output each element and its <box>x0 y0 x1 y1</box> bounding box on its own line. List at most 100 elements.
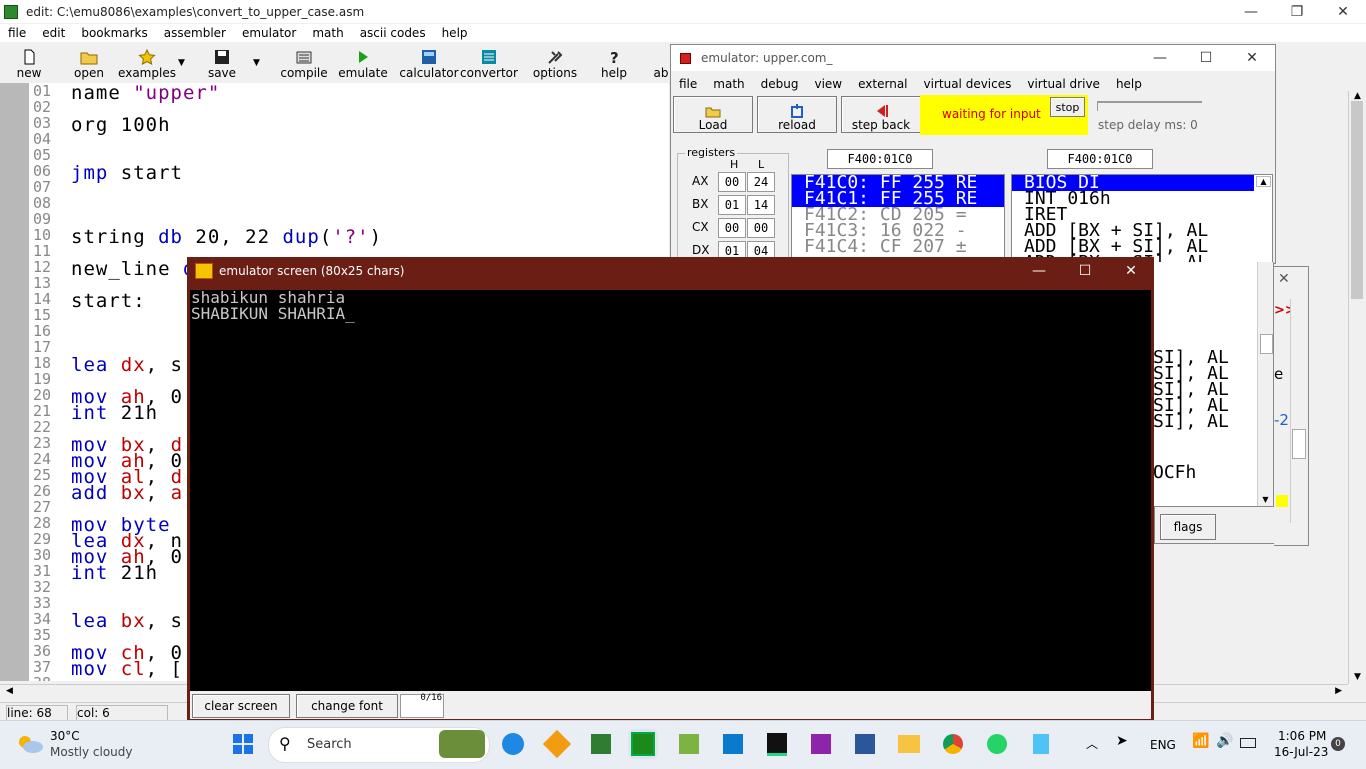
emu-menu-debug[interactable]: debug <box>753 77 807 91</box>
register-ax-l[interactable]: 24 <box>747 172 775 192</box>
console-output[interactable]: shabikun shahria SHABIKUN SHAHRIA_ <box>190 290 1151 691</box>
stop-button[interactable]: stop <box>1050 97 1085 117</box>
taskbar-chrome[interactable] <box>938 729 968 759</box>
menu-ascii-codes[interactable]: ascii codes <box>352 26 434 40</box>
taskbar-app-2[interactable] <box>542 729 572 759</box>
emulator-close-button[interactable]: ✕ <box>1229 47 1275 70</box>
screen-close-button[interactable]: ✕ <box>1108 260 1154 283</box>
emulator-menubar: file math debug view external virtual de… <box>671 75 1275 93</box>
change-font-button[interactable]: change font <box>296 694 398 718</box>
taskbar-vscode[interactable] <box>718 729 748 759</box>
minimize-button[interactable]: — <box>1228 0 1274 23</box>
emu-menu-virtual-devices[interactable]: virtual devices <box>916 77 1020 91</box>
emulate-button[interactable]: emulate <box>338 46 388 80</box>
open-button[interactable]: open <box>72 46 106 80</box>
taskbar-app-1[interactable] <box>498 729 528 759</box>
scrollbar-thumb[interactable] <box>1351 101 1363 299</box>
disasm-scrollbar[interactable]: ▼ <box>1257 262 1273 506</box>
emu-menu-virtual-drive[interactable]: virtual drive <box>1019 77 1108 91</box>
disasm-scroll-up-icon[interactable]: ▲ <box>1256 176 1271 187</box>
step-delay-slider[interactable] <box>1097 101 1202 111</box>
battery-icon[interactable] <box>1240 738 1256 748</box>
emu-menu-help[interactable]: help <box>1108 77 1150 91</box>
emu-menu-math[interactable]: math <box>705 77 752 91</box>
load-button[interactable]: Load <box>673 96 753 133</box>
about-button[interactable]: ab <box>652 46 670 80</box>
screen-minimize-button[interactable]: — <box>1016 260 1062 283</box>
register-cx-l[interactable]: 00 <box>747 218 775 238</box>
emu-menu-file[interactable]: file <box>671 77 705 91</box>
menu-file[interactable]: file <box>0 26 34 40</box>
taskbar-app-5[interactable] <box>674 729 704 759</box>
taskbar-pycharm[interactable] <box>762 729 792 759</box>
new-button[interactable]: new <box>14 46 44 80</box>
disasm-scroll-down-icon[interactable]: ▼ <box>1258 495 1273 504</box>
line-number: 02 <box>33 98 52 116</box>
compile-button[interactable]: compile <box>280 46 328 80</box>
address-left-field[interactable]: F400:01C0 <box>827 149 933 169</box>
screen-maximize-button[interactable]: ☐ <box>1062 260 1108 283</box>
background-scroll-thumb[interactable] <box>1292 429 1306 459</box>
weather-icon[interactable] <box>16 733 44 753</box>
scroll-right-icon[interactable]: ▶ <box>1335 686 1342 696</box>
disassembly-list[interactable]: BIOS DI INT 016h IRET ADD [BX + SI], AL ADD … <box>1011 174 1273 265</box>
line-number: 11 <box>33 242 52 260</box>
scroll-down-icon[interactable]: ▼ <box>1349 672 1366 682</box>
examples-button[interactable]: examples <box>118 46 176 80</box>
editor-vertical-scrollbar[interactable]: ▲ ▼ <box>1348 91 1366 684</box>
emulator-maximize-button[interactable]: ☐ <box>1183 47 1229 70</box>
disasm-scroll-thumb[interactable] <box>1260 334 1273 354</box>
register-ax-h[interactable]: 00 <box>718 172 746 192</box>
clock-time[interactable]: 1:06 PM <box>1278 729 1326 743</box>
register-cx-h[interactable]: 00 <box>718 218 746 238</box>
emu-menu-view[interactable]: view <box>806 77 850 91</box>
menu-emulator[interactable]: emulator <box>234 26 304 40</box>
wifi-icon[interactable]: 📶 <box>1192 733 1209 749</box>
register-bx-h[interactable]: 01 <box>718 195 746 215</box>
options-button[interactable]: options <box>532 46 578 80</box>
taskbar-whatsapp[interactable] <box>982 729 1012 759</box>
menu-edit[interactable]: edit <box>34 26 73 40</box>
background-window-scrollbar[interactable] <box>1290 299 1306 523</box>
convertor-button[interactable]: convertor <box>460 46 518 80</box>
menu-assembler[interactable]: assembler <box>156 26 234 40</box>
notification-badge[interactable]: 0 <box>1331 737 1345 751</box>
help-button[interactable]: ? help <box>598 46 630 80</box>
search-box[interactable]: ⚲ Search <box>268 727 490 763</box>
background-window-close-icon[interactable]: ✕ <box>1278 271 1290 287</box>
calculator-button[interactable]: calculator <box>399 46 459 80</box>
taskbar-notepad[interactable] <box>1026 729 1056 759</box>
scroll-left-icon[interactable]: ◀ <box>6 686 13 696</box>
scroll-up-icon[interactable]: ▲ <box>1349 91 1366 101</box>
memory-list[interactable]: F41C0: FF 255 RE F41C1: FF 255 RE F41C2: C… <box>791 174 1005 265</box>
start-button[interactable] <box>228 729 258 759</box>
menu-math[interactable]: math <box>304 26 351 40</box>
language-indicator[interactable]: ENG <box>1150 738 1176 752</box>
save-dropdown-icon[interactable]: ▼ <box>253 58 260 68</box>
emu-menu-external[interactable]: external <box>850 77 915 91</box>
close-button[interactable]: ✕ <box>1320 0 1366 23</box>
memory-row[interactable]: F41C4: CF 207 ± <box>792 238 1004 256</box>
clock-date[interactable]: 16-Jul-23 <box>1274 745 1328 759</box>
taskbar-emu8086[interactable] <box>628 729 658 759</box>
code-line: mov cl, [ <box>71 658 183 680</box>
location-icon[interactable]: ➤ <box>1116 733 1128 749</box>
reload-button[interactable]: reload <box>757 96 837 133</box>
taskbar-app-3[interactable] <box>586 729 616 759</box>
save-button[interactable]: save <box>207 46 237 80</box>
register-bx-l[interactable]: 14 <box>747 195 775 215</box>
step-back-button[interactable]: step back <box>841 96 921 133</box>
flags-button[interactable]: flags <box>1160 514 1216 540</box>
taskbar-app-8[interactable] <box>806 729 836 759</box>
emulator-minimize-button[interactable]: — <box>1137 47 1183 70</box>
taskbar-explorer[interactable] <box>894 729 924 759</box>
show-hidden-icons-icon[interactable]: ︿ <box>1086 735 1098 752</box>
maximize-button[interactable]: ❐ <box>1274 0 1320 23</box>
taskbar-word[interactable] <box>850 729 880 759</box>
menu-bookmarks[interactable]: bookmarks <box>73 26 155 40</box>
examples-dropdown-icon[interactable]: ▼ <box>178 58 185 68</box>
address-right-field[interactable]: F400:01C0 <box>1047 149 1153 169</box>
clear-screen-button[interactable]: clear screen <box>192 694 290 718</box>
menu-help[interactable]: help <box>434 26 476 40</box>
volume-icon[interactable]: 🔊 <box>1216 733 1233 749</box>
